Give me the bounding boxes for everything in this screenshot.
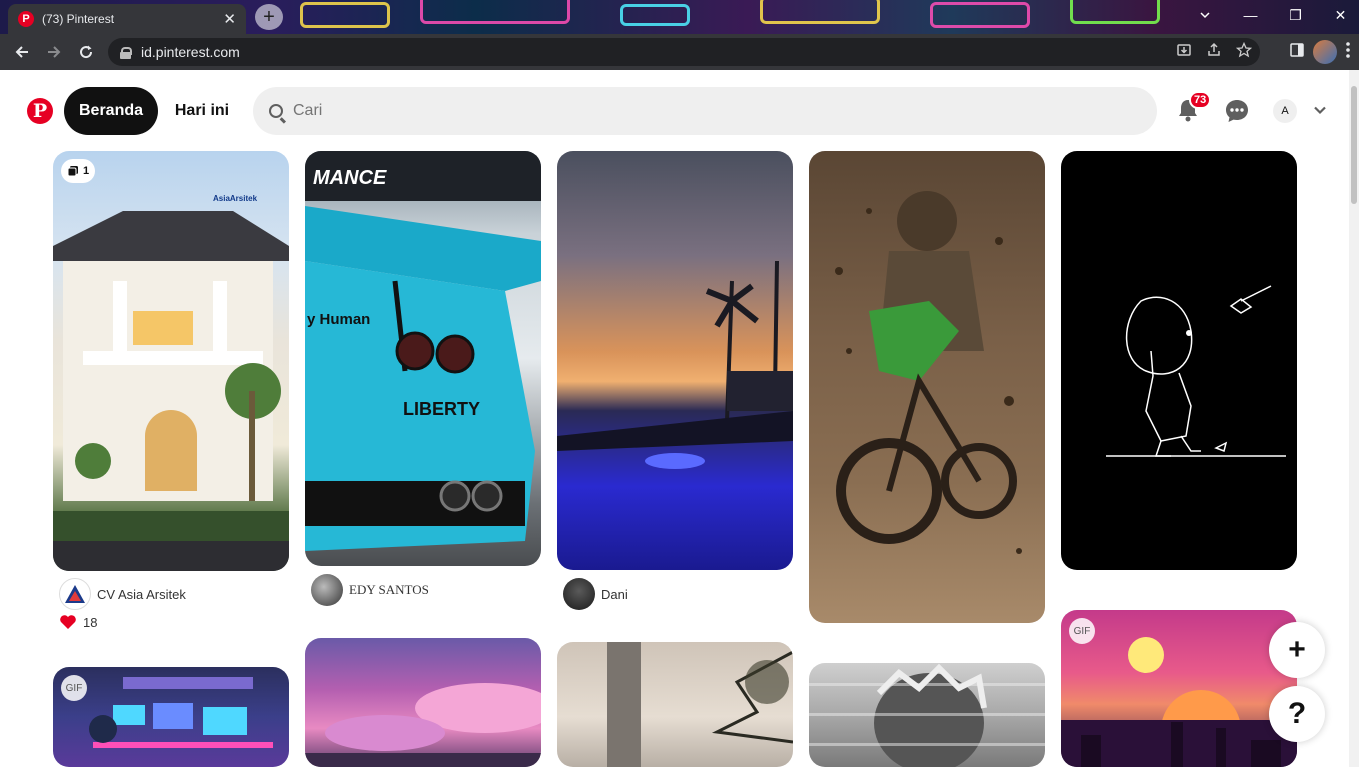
tab-close-icon[interactable]: ✕ xyxy=(223,10,236,28)
author-name: CV Asia Arsitek xyxy=(97,586,186,602)
browser-profile-avatar[interactable] xyxy=(1313,40,1337,64)
install-app-icon[interactable] xyxy=(1176,42,1192,62)
search-input[interactable] xyxy=(293,102,1093,120)
side-panel-icon[interactable] xyxy=(1289,42,1305,63)
pin-synthwave-sunset-image[interactable]: GIF xyxy=(1061,610,1297,767)
reload-icon[interactable] xyxy=(70,36,102,68)
tabbar-decoration xyxy=(620,4,690,26)
gif-badge: GIF xyxy=(1069,618,1095,644)
car-decal-text: y Human xyxy=(307,311,371,328)
bookmark-star-icon[interactable] xyxy=(1235,41,1253,62)
pinterest-logo-icon[interactable]: P xyxy=(27,98,53,124)
car-decal-text: LIBERTY xyxy=(403,399,481,419)
close-window-button[interactable]: ✕ xyxy=(1318,0,1359,30)
tab-search-chevron-icon[interactable] xyxy=(1184,0,1226,30)
pin-purple-sky-image[interactable] xyxy=(305,638,541,767)
notification-count-badge: 73 xyxy=(1189,91,1212,109)
browser-menu-icon[interactable] xyxy=(1345,41,1351,64)
account-chevron-down-icon[interactable] xyxy=(1313,103,1327,117)
gif-badge: GIF xyxy=(61,675,87,701)
author-avatar xyxy=(59,578,91,610)
today-button[interactable]: Hari ini xyxy=(168,87,236,135)
browser-tab[interactable]: P (73) Pinterest ✕ xyxy=(8,4,246,34)
tabbar-decoration xyxy=(760,0,880,24)
messages-icon[interactable] xyxy=(1225,99,1249,123)
pin-tree-image[interactable] xyxy=(557,642,793,767)
author-name: EDY SANTOS xyxy=(349,582,429,597)
create-pin-button[interactable]: + xyxy=(1269,622,1325,678)
search-icon xyxy=(269,104,283,118)
pin-count-tag: 1 xyxy=(61,159,96,183)
tab-title: (73) Pinterest xyxy=(42,12,115,26)
url-text: id.pinterest.com xyxy=(141,44,240,60)
pin-author[interactable]: EDY SANTOS xyxy=(311,574,429,606)
pin-blue-car-image[interactable]: MANCE y Human LIBERTY xyxy=(305,151,541,566)
tabbar-decoration xyxy=(300,2,390,28)
multiple-images-icon xyxy=(67,166,78,177)
share-icon[interactable] xyxy=(1206,42,1222,62)
pin-reactions: 18 xyxy=(59,614,97,630)
author-avatar xyxy=(311,574,343,606)
brand-watermark: AsiaArsitek xyxy=(213,194,258,203)
restore-button[interactable]: ❐ xyxy=(1273,0,1318,30)
car-decal-text: MANCE xyxy=(313,167,387,189)
pin-grayscale-portrait-image[interactable] xyxy=(809,663,1045,767)
reaction-count: 18 xyxy=(83,614,98,630)
scrollbar-thumb[interactable] xyxy=(1351,86,1357,204)
author-name: Dani xyxy=(601,586,628,602)
pin-author[interactable]: Dani xyxy=(563,578,628,610)
browser-toolbar: id.pinterest.com xyxy=(0,34,1359,70)
forward-arrow-icon[interactable] xyxy=(38,36,70,68)
address-bar[interactable]: id.pinterest.com xyxy=(108,38,1260,66)
heart-icon xyxy=(60,615,76,629)
tabbar-decoration xyxy=(1070,0,1160,24)
pinterest-favicon-icon: P xyxy=(18,11,34,27)
user-avatar[interactable]: A xyxy=(1273,99,1297,123)
browser-tab-bar: P (73) Pinterest ✕ + — ❐ ✕ xyxy=(0,0,1359,34)
new-tab-button[interactable]: + xyxy=(255,4,283,30)
pin-motocross-image[interactable] xyxy=(809,151,1045,623)
pin-author[interactable]: CV Asia Arsitek xyxy=(59,578,186,610)
pinterest-header: P Beranda Hari ini 73 A xyxy=(0,70,1349,152)
search-bar[interactable] xyxy=(253,87,1157,135)
pin-house-image[interactable]: 1 AsiaArsitek xyxy=(53,151,289,571)
pin-gaming-room-image[interactable]: GIF xyxy=(53,667,289,767)
author-avatar xyxy=(563,578,595,610)
help-button[interactable]: ? xyxy=(1269,686,1325,742)
minimize-button[interactable]: — xyxy=(1228,0,1273,30)
home-button[interactable]: Beranda xyxy=(64,87,158,135)
pin-count: 1 xyxy=(83,165,90,177)
back-arrow-icon[interactable] xyxy=(6,36,38,68)
pin-sunset-pool-image[interactable] xyxy=(557,151,793,570)
tabbar-decoration xyxy=(420,0,570,24)
pin-line-art-image[interactable] xyxy=(1061,151,1297,570)
tabbar-decoration xyxy=(930,2,1030,28)
lock-icon xyxy=(120,46,132,59)
